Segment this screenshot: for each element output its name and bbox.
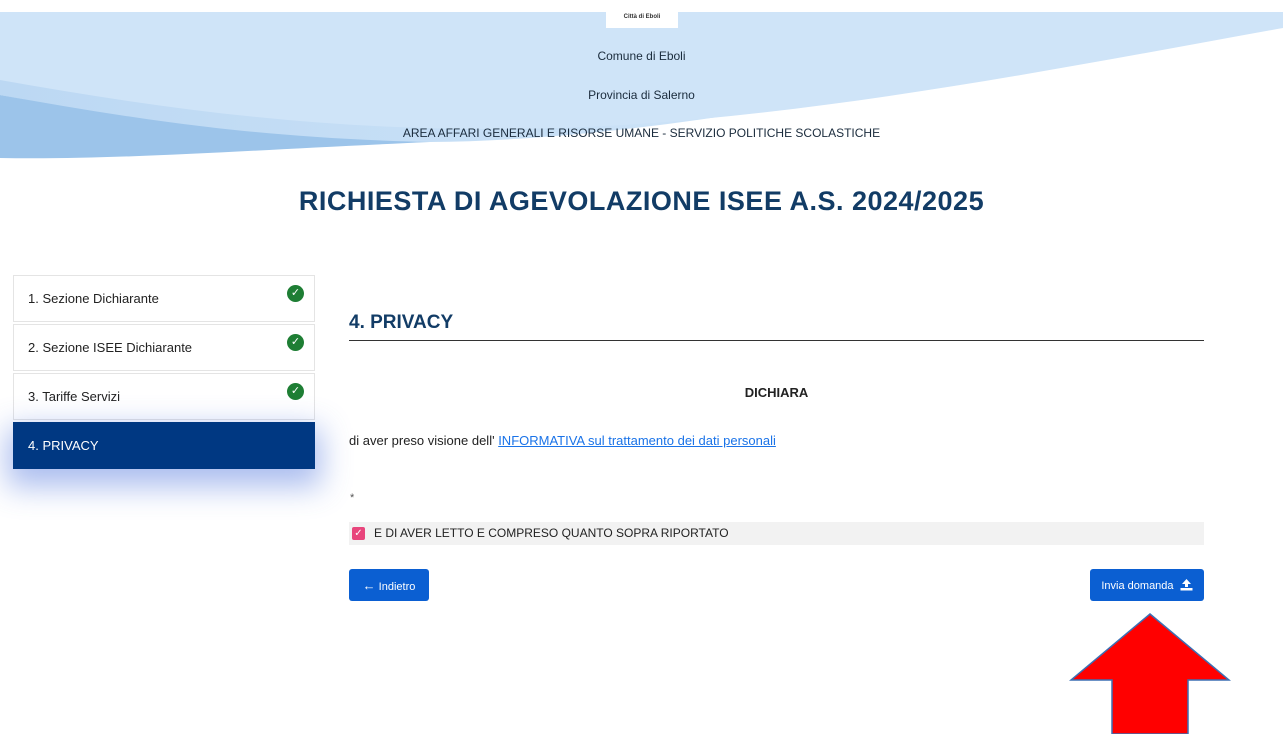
required-mark: *	[350, 492, 355, 504]
page-title: RICHIESTA DI AGEVOLAZIONE ISEE A.S. 2024…	[298, 186, 985, 216]
step-label: 3. Tariffe Servizi	[28, 389, 121, 404]
privacy-policy-link[interactable]: INFORMATIVA sul trattamento dei dati per…	[498, 433, 776, 448]
step-navigation: 1. Sezione Dichiarante ✓ 2. Sezione ISEE…	[13, 275, 315, 471]
consent-label: E DI AVER LETTO E COMPRESO QUANTO SOPRA …	[374, 526, 729, 540]
send-button-label: Invia domanda	[1101, 579, 1174, 592]
consent-row: ✓ E DI AVER LETTO E COMPRESO QUANTO SOPR…	[349, 522, 1204, 545]
step-item-isee[interactable]: 2. Sezione ISEE Dichiarante ✓	[13, 324, 315, 371]
header-municipality: Comune di Eboli	[597, 49, 686, 63]
dichiara-heading: DICHIARA	[744, 385, 809, 400]
city-logo: Città di Eboli	[606, 8, 678, 28]
consent-checkbox[interactable]: ✓	[352, 527, 365, 540]
declaration-prefix: di aver preso visione dell'	[349, 433, 495, 448]
step-label: 1. Sezione Dichiarante	[28, 291, 159, 306]
header-department: AREA AFFARI GENERALI E RISORSE UMANE - S…	[402, 126, 881, 140]
header-province: Provincia di Salerno	[588, 88, 695, 102]
annotation-arrow-icon	[1069, 613, 1231, 734]
back-button[interactable]: ← Indietro	[349, 569, 429, 601]
check-circle-icon: ✓	[287, 285, 304, 302]
submit-application-button[interactable]: Invia domanda	[1090, 569, 1204, 601]
step-item-tariffe[interactable]: 3. Tariffe Servizi ✓	[13, 373, 315, 420]
declaration-text: di aver preso visione dell' INFORMATIVA …	[349, 433, 776, 448]
arrow-left-icon: ←	[362, 577, 376, 593]
section-title: 4. PRIVACY	[349, 312, 454, 333]
section-divider	[349, 340, 1204, 341]
upload-icon	[1180, 578, 1193, 590]
check-circle-icon: ✓	[287, 383, 304, 400]
step-label: 2. Sezione ISEE Dichiarante	[28, 340, 193, 355]
step-item-privacy[interactable]: 4. PRIVACY	[13, 422, 315, 469]
check-circle-icon: ✓	[287, 334, 304, 351]
step-item-dichiarante[interactable]: 1. Sezione Dichiarante ✓	[13, 275, 315, 322]
back-button-label: Indietro	[378, 580, 416, 593]
step-label: 4. PRIVACY	[28, 438, 99, 453]
